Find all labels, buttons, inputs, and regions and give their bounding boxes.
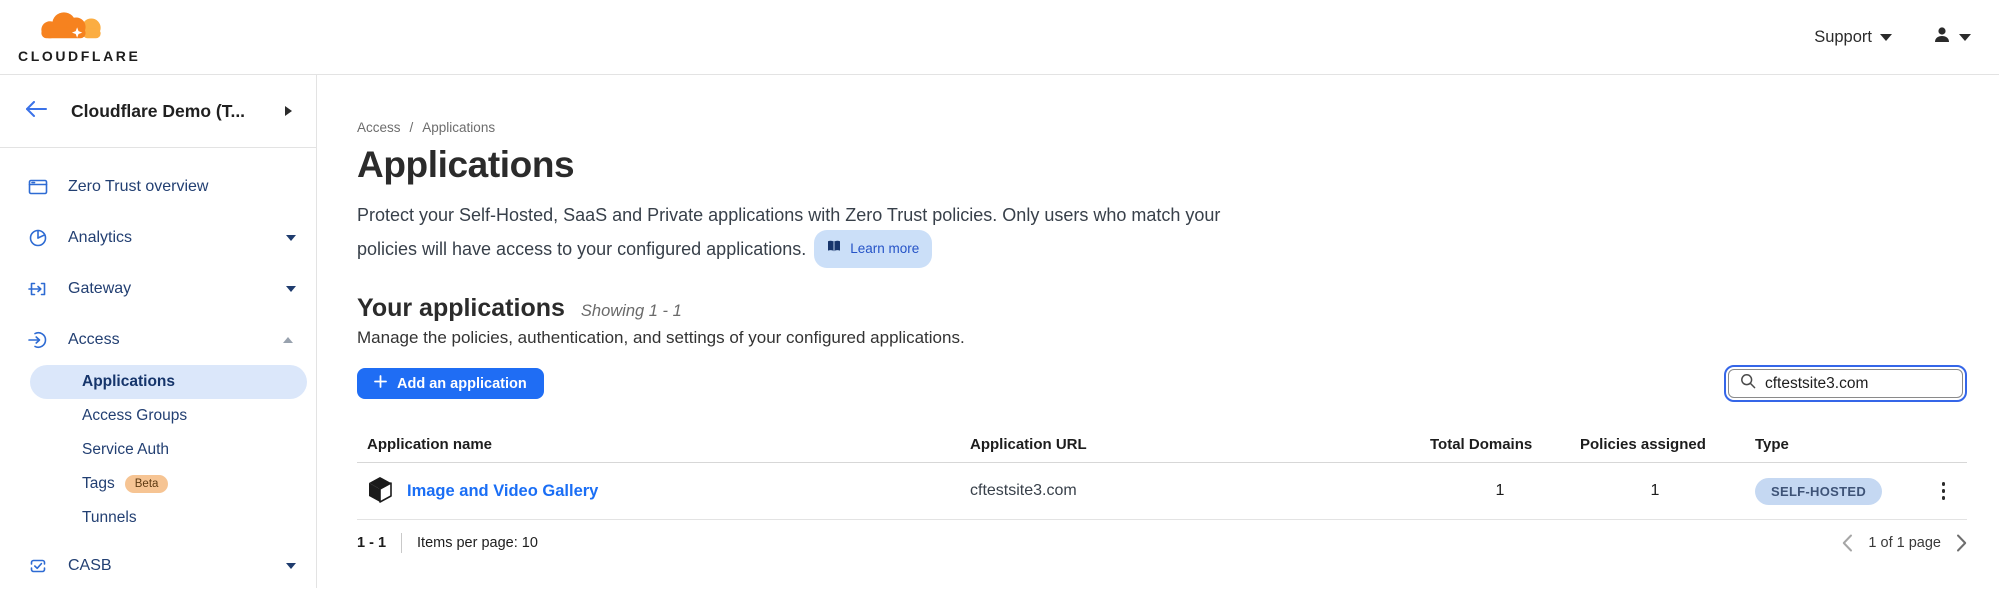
back-arrow-icon[interactable] bbox=[25, 101, 47, 122]
table-header-row: Application name Application URL Total D… bbox=[357, 422, 1967, 463]
chevron-down-icon bbox=[1880, 34, 1892, 41]
cloudflare-cloud-icon bbox=[29, 10, 129, 47]
window-icon bbox=[28, 177, 48, 197]
breadcrumb: Access / Applications bbox=[357, 120, 1967, 135]
book-icon bbox=[827, 234, 842, 264]
learn-more-label: Learn more bbox=[850, 234, 919, 264]
chevron-down-icon bbox=[286, 286, 296, 292]
sidebar-item-label: CASB bbox=[68, 557, 266, 575]
cloudflare-wordmark: CLOUDFLARE bbox=[18, 48, 140, 64]
type-badge: SELF-HOSTED bbox=[1755, 478, 1882, 505]
application-url-cell: cftestsite3.com bbox=[970, 482, 1420, 500]
showing-count: Showing 1 - 1 bbox=[581, 302, 682, 321]
subnav-item-label: Tags bbox=[82, 475, 115, 493]
sidebar-item-label: Gateway bbox=[68, 280, 266, 298]
casb-icon bbox=[28, 556, 48, 576]
breadcrumb-separator: / bbox=[410, 120, 414, 135]
subnav-item-label: Tunnels bbox=[82, 509, 137, 527]
policies-assigned-cell: 1 bbox=[1580, 482, 1730, 500]
page-indicator: 1 of 1 page bbox=[1868, 535, 1941, 551]
application-name-link[interactable]: Image and Video Gallery bbox=[407, 482, 598, 501]
search-box bbox=[1728, 369, 1963, 398]
support-menu[interactable]: Support bbox=[1814, 28, 1892, 47]
add-application-button[interactable]: Add an application bbox=[357, 368, 544, 399]
page-description: Protect your Self-Hosted, SaaS and Priva… bbox=[357, 200, 1267, 268]
total-domains-cell: 1 bbox=[1420, 482, 1580, 500]
chevron-down-icon bbox=[1959, 34, 1971, 41]
items-range: 1 - 1 bbox=[357, 535, 386, 551]
cloudflare-logo[interactable]: CLOUDFLARE bbox=[18, 10, 140, 64]
page-title: Applications bbox=[357, 144, 1967, 186]
user-icon bbox=[1932, 25, 1952, 50]
sidebar-item-analytics[interactable]: Analytics bbox=[0, 212, 316, 263]
sidebar-item-zero-trust-overview[interactable]: Zero Trust overview bbox=[0, 161, 316, 212]
footer-divider bbox=[401, 533, 402, 553]
table-row: Image and Video Gallery cftestsite3.com … bbox=[357, 463, 1967, 520]
chevron-down-icon bbox=[286, 563, 296, 569]
pie-chart-icon bbox=[28, 228, 48, 248]
sidebar-item-tunnels[interactable]: Tunnels bbox=[0, 501, 316, 535]
user-menu[interactable] bbox=[1932, 25, 1971, 50]
beta-badge: Beta bbox=[125, 475, 169, 493]
applications-table: Application name Application URL Total D… bbox=[357, 422, 1967, 566]
table-footer: 1 - 1 Items per page: 10 1 of 1 page bbox=[357, 520, 1967, 566]
support-label: Support bbox=[1814, 28, 1872, 47]
next-page-icon[interactable] bbox=[1956, 534, 1967, 552]
app-cube-icon bbox=[367, 475, 393, 508]
sidebar-item-label: Access bbox=[68, 331, 263, 349]
gateway-icon bbox=[28, 279, 48, 299]
sidebar-item-tags[interactable]: Tags Beta bbox=[0, 467, 316, 501]
sidebar-item-access[interactable]: Access bbox=[0, 314, 316, 365]
subnav-item-label: Applications bbox=[82, 373, 175, 391]
row-actions-kebab-icon[interactable] bbox=[1937, 477, 1951, 505]
sidebar-item-label: Analytics bbox=[68, 229, 266, 247]
breadcrumb-access[interactable]: Access bbox=[357, 120, 401, 135]
sidebar-item-applications[interactable]: Applications bbox=[30, 365, 307, 399]
sidebar: Cloudflare Demo (T... Zero Trust overvie… bbox=[0, 75, 317, 588]
subnav-item-label: Service Auth bbox=[82, 441, 169, 459]
sidebar-item-service-auth[interactable]: Service Auth bbox=[0, 433, 316, 467]
subnav-item-label: Access Groups bbox=[82, 407, 187, 425]
chevron-up-icon bbox=[283, 337, 293, 343]
sidebar-item-access-groups[interactable]: Access Groups bbox=[0, 399, 316, 433]
items-per-page[interactable]: Items per page: 10 bbox=[417, 535, 538, 551]
plus-icon bbox=[374, 375, 387, 392]
sidebar-item-casb[interactable]: CASB bbox=[0, 540, 316, 591]
section-subtitle: Manage the policies, authentication, and… bbox=[357, 328, 1967, 348]
page-description-text: Protect your Self-Hosted, SaaS and Priva… bbox=[357, 205, 1220, 259]
account-name: Cloudflare Demo (T... bbox=[71, 101, 261, 122]
main-content: Access / Applications Applications Prote… bbox=[317, 75, 1999, 588]
column-header-application-url: Application URL bbox=[970, 436, 1420, 453]
login-icon bbox=[28, 330, 48, 350]
expand-right-icon[interactable] bbox=[285, 106, 292, 116]
chevron-down-icon bbox=[286, 235, 296, 241]
sidebar-nav: Zero Trust overview Analytics bbox=[0, 148, 316, 591]
search-icon bbox=[1740, 373, 1756, 394]
section-title: Your applications bbox=[357, 294, 565, 323]
sidebar-item-label: Zero Trust overview bbox=[68, 178, 296, 196]
search-input[interactable] bbox=[1765, 375, 1951, 393]
column-header-policies-assigned: Policies assigned bbox=[1580, 436, 1730, 453]
add-application-label: Add an application bbox=[397, 376, 527, 392]
previous-page-icon[interactable] bbox=[1842, 534, 1853, 552]
top-bar: CLOUDFLARE Support bbox=[0, 0, 1999, 75]
search-focus-ring bbox=[1724, 365, 1967, 402]
column-header-total-domains: Total Domains bbox=[1420, 436, 1580, 453]
column-header-type: Type bbox=[1730, 436, 1920, 453]
sidebar-item-gateway[interactable]: Gateway bbox=[0, 263, 316, 314]
account-switcher: Cloudflare Demo (T... bbox=[0, 75, 316, 148]
breadcrumb-applications: Applications bbox=[422, 120, 495, 135]
column-header-application-name: Application name bbox=[357, 436, 970, 453]
learn-more-badge[interactable]: Learn more bbox=[814, 230, 932, 268]
